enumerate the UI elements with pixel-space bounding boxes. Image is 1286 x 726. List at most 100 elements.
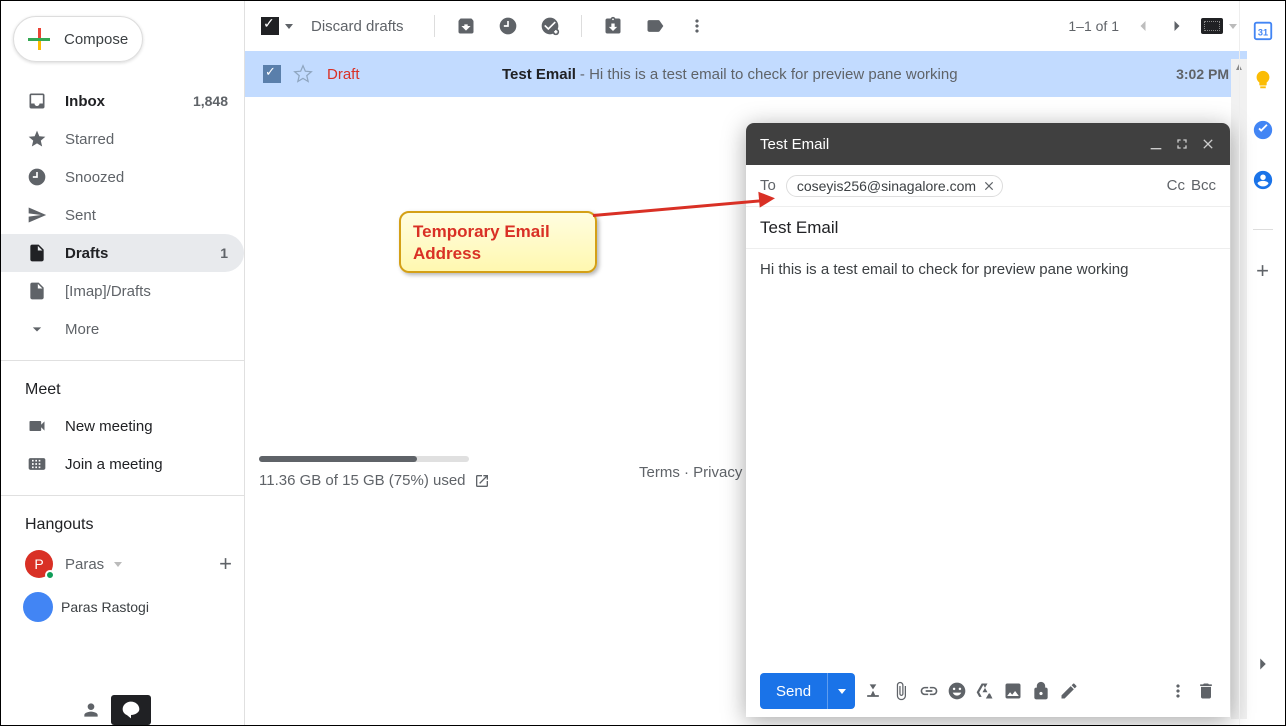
message-from: Draft xyxy=(327,66,502,83)
contacts-icon[interactable] xyxy=(1252,169,1274,191)
sidebar-item-imap-drafts[interactable]: [Imap]/Drafts xyxy=(1,272,244,310)
hangouts-username: Paras xyxy=(65,556,104,573)
imap-label: [Imap]/Drafts xyxy=(65,283,228,300)
star-toggle[interactable] xyxy=(293,64,313,84)
new-meeting-button[interactable]: New meeting xyxy=(1,407,244,445)
drive-icon[interactable] xyxy=(975,681,995,701)
hangouts-tab[interactable] xyxy=(111,695,151,725)
cc-button[interactable]: Cc xyxy=(1167,177,1185,194)
recipient-chip[interactable]: coseyis256@sinagalore.com xyxy=(786,175,1003,197)
link-icon[interactable] xyxy=(919,681,939,701)
emoji-icon[interactable] xyxy=(947,681,967,701)
select-all-dropdown[interactable] xyxy=(285,24,293,29)
compose-body[interactable]: Hi this is a test email to check for pre… xyxy=(746,249,1230,665)
sidebar-item-drafts[interactable]: Drafts 1 xyxy=(1,234,244,272)
hangouts-section-title: Hangouts xyxy=(1,508,244,542)
format-icon[interactable] xyxy=(863,681,883,701)
to-field-row[interactable]: To coseyis256@sinagalore.com Cc Bcc xyxy=(746,165,1230,207)
clock-icon xyxy=(27,167,47,187)
more-icon[interactable] xyxy=(687,16,707,36)
next-page-button[interactable] xyxy=(1167,16,1187,36)
contacts-tab[interactable] xyxy=(71,695,111,725)
collapse-icon[interactable] xyxy=(1252,653,1274,675)
compose-header[interactable]: Test Email xyxy=(746,123,1230,165)
message-time: 3:02 PM xyxy=(1176,66,1229,82)
svg-text:31: 31 xyxy=(1257,28,1267,38)
sidebar-item-snoozed[interactable]: Snoozed xyxy=(1,158,244,196)
keyboard-icon xyxy=(27,454,47,474)
meet-section-title: Meet xyxy=(1,373,244,407)
keep-icon[interactable] xyxy=(1252,69,1274,91)
callout-line2: Address xyxy=(413,244,481,263)
snooze-icon[interactable] xyxy=(498,16,518,36)
message-checkbox[interactable] xyxy=(263,65,281,83)
join-meeting-button[interactable]: Join a meeting xyxy=(1,445,244,483)
label-icon[interactable] xyxy=(645,16,665,36)
close-icon[interactable] xyxy=(1200,136,1216,152)
subject-field[interactable]: Test Email xyxy=(746,207,1230,249)
storage-text: 11.36 GB of 15 GB (75%) used xyxy=(259,472,466,489)
video-icon xyxy=(27,416,47,436)
prev-page-button[interactable] xyxy=(1133,16,1153,36)
presence-dot xyxy=(45,570,55,580)
sidebar-item-more[interactable]: More xyxy=(1,310,244,348)
compose-window: Test Email To coseyis256@sinagalore.com … xyxy=(746,123,1230,717)
more-options-icon[interactable] xyxy=(1168,681,1188,701)
new-chat-button[interactable]: + xyxy=(219,551,232,577)
sidebar-item-sent[interactable]: Sent xyxy=(1,196,244,234)
contact-name: Paras Rastogi xyxy=(61,599,149,615)
message-row[interactable]: Draft Test Email - Hi this is a test ema… xyxy=(245,51,1247,97)
message-subject: Test Email xyxy=(502,66,576,83)
new-meeting-label: New meeting xyxy=(65,418,153,435)
storage-bar xyxy=(259,456,469,462)
sent-label: Sent xyxy=(65,207,228,224)
star-icon xyxy=(27,129,47,149)
left-sidebar: Compose Inbox 1,848 Starred Snoozed Sent… xyxy=(1,1,245,725)
minimize-icon[interactable] xyxy=(1148,136,1164,152)
bcc-button[interactable]: Bcc xyxy=(1191,177,1216,194)
compose-button[interactable]: Compose xyxy=(13,16,143,62)
chevron-down-icon xyxy=(27,319,47,339)
trash-icon[interactable] xyxy=(1196,681,1216,701)
remove-chip-icon[interactable] xyxy=(982,179,996,193)
send-options-button[interactable] xyxy=(827,673,855,709)
open-icon[interactable] xyxy=(474,473,490,489)
recipient-email: coseyis256@sinagalore.com xyxy=(797,178,976,194)
compose-title: Test Email xyxy=(760,136,829,153)
hangouts-icon xyxy=(121,700,141,720)
pen-icon[interactable] xyxy=(1059,681,1079,701)
draft-icon xyxy=(27,281,47,301)
right-sidebar: 31 + xyxy=(1239,1,1285,725)
draft-icon xyxy=(27,243,47,263)
input-tools-dropdown[interactable] xyxy=(1229,24,1237,29)
send-button[interactable]: Send xyxy=(760,673,827,709)
input-tools-button[interactable] xyxy=(1201,18,1223,34)
page-indicator: 1–1 of 1 xyxy=(1068,18,1119,34)
avatar xyxy=(23,592,53,622)
inbox-count: 1,848 xyxy=(193,93,228,109)
annotation-callout: Temporary Email Address xyxy=(399,211,597,273)
attach-icon[interactable] xyxy=(891,681,911,701)
select-all-checkbox[interactable] xyxy=(261,17,279,35)
task-add-icon[interactable] xyxy=(540,16,560,36)
annotation-arrowhead xyxy=(758,190,775,207)
plus-icon xyxy=(28,28,50,50)
move-to-icon[interactable] xyxy=(603,16,623,36)
fullscreen-icon[interactable] xyxy=(1174,136,1190,152)
starred-label: Starred xyxy=(65,131,228,148)
sidebar-item-inbox[interactable]: Inbox 1,848 xyxy=(1,82,244,120)
more-label: More xyxy=(65,321,228,338)
tasks-icon[interactable] xyxy=(1252,119,1274,141)
message-toolbar: Discard drafts 1–1 of 1 xyxy=(245,1,1247,51)
photo-icon[interactable] xyxy=(1003,681,1023,701)
sidebar-item-starred[interactable]: Starred xyxy=(1,120,244,158)
discard-drafts-button[interactable]: Discard drafts xyxy=(311,18,404,35)
hangouts-contact[interactable]: Paras Rastogi xyxy=(1,586,244,622)
snoozed-label: Snoozed xyxy=(65,169,228,186)
add-app-button[interactable]: + xyxy=(1256,258,1269,284)
archive-icon[interactable] xyxy=(456,16,476,36)
caret-down-icon[interactable] xyxy=(114,562,122,567)
calendar-icon[interactable]: 31 xyxy=(1252,19,1274,41)
hangouts-self[interactable]: P Paras + xyxy=(1,542,244,586)
confidential-icon[interactable] xyxy=(1031,681,1051,701)
